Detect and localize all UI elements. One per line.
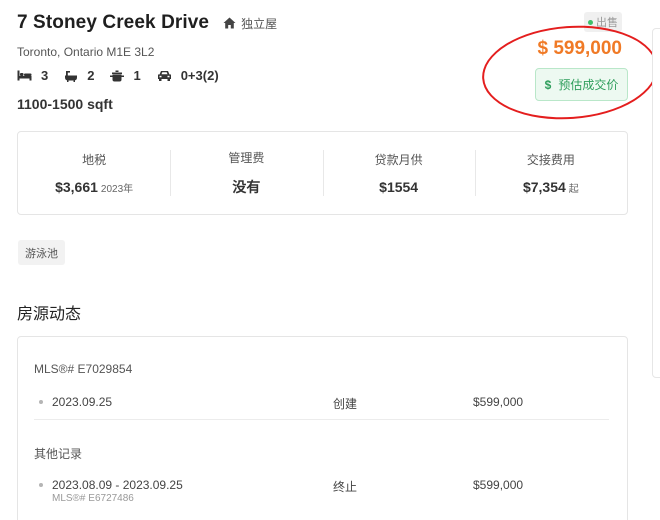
- history-price: $599,000: [473, 478, 524, 492]
- listing-address: Toronto, Ontario M1E 3L2: [17, 45, 155, 59]
- stat-label: 交接费用: [526, 153, 575, 167]
- property-type: 独立屋: [241, 16, 278, 31]
- stat-mortgage: 贷款月供 $1554: [322, 132, 475, 214]
- stat-value-text: $7,354: [522, 179, 566, 195]
- history-status: 终止: [333, 480, 358, 494]
- stat-closing-cost: 交接费用 $7,354 起: [474, 132, 627, 214]
- status-dot-icon: [588, 19, 593, 25]
- bathtub-icon: [64, 70, 87, 82]
- status-label: 出售: [596, 17, 618, 29]
- baths-count: 2: [87, 68, 95, 83]
- feature-baths: 2: [64, 68, 94, 83]
- cost-summary-card: 地税 $3,661 2023年 管理费 没有 贷款月供 $1554 交接费用 $7…: [17, 131, 628, 215]
- current-mls-label: MLS®# E7029854: [34, 362, 133, 376]
- listing-history-card: MLS®# E7029854 2023.09.25 创建 $599,000 其他…: [17, 336, 628, 520]
- bullet-icon: [39, 483, 43, 487]
- history-date: 2023.08.09 - 2023.09.25: [52, 478, 183, 492]
- stat-sub: 起: [568, 184, 579, 195]
- estimate-price-button[interactable]: $ 预估成交价: [535, 68, 628, 101]
- history-row: 2023.08.09 - 2023.09.25 MLS®# E6727486 终…: [34, 478, 609, 510]
- estimate-price-label: 预估成交价: [558, 78, 619, 92]
- listing-features: 3 2 1 0+3(2): [17, 68, 235, 83]
- side-panel-edge: [652, 28, 660, 378]
- car-icon: [157, 70, 181, 81]
- stat-management-fee: 管理费 没有: [170, 132, 322, 214]
- listing-price: $ 599,000: [537, 38, 622, 59]
- stat-sub: 2023年: [100, 184, 134, 195]
- kitchen-pot-icon: [110, 70, 133, 82]
- other-records-label: 其他记录: [34, 447, 83, 461]
- status-badge: 出售: [584, 12, 622, 32]
- feature-kitchens: 1: [110, 68, 141, 83]
- stat-label: 贷款月供: [374, 153, 423, 167]
- feature-beds: 3: [17, 68, 48, 83]
- bullet-icon: [39, 400, 43, 404]
- amenity-tag-pool: 游泳池: [18, 240, 65, 265]
- stat-label: 地税: [82, 153, 107, 167]
- history-date: 2023.09.25: [52, 395, 113, 409]
- stat-value-text: 没有: [232, 179, 261, 195]
- stat-value: $1554: [379, 179, 418, 195]
- stat-value: $3,661 2023年: [55, 179, 133, 195]
- beds-count: 3: [41, 68, 49, 83]
- history-price: $599,000: [473, 395, 524, 409]
- house-icon: [223, 17, 236, 29]
- kitchens-count: 1: [133, 68, 141, 83]
- listing-sqft: 1100-1500 sqft: [17, 96, 113, 112]
- history-mls: MLS®# E6727486: [52, 493, 134, 504]
- listing-header: 7 Stoney Creek Drive 独立屋: [17, 12, 277, 34]
- listing-title: 7 Stoney Creek Drive: [17, 12, 210, 33]
- stat-value-text: $1554: [379, 179, 419, 195]
- history-row: 2023.09.25 创建 $599,000: [34, 395, 609, 420]
- bed-icon: [17, 70, 41, 81]
- parking-count: 0+3(2): [180, 68, 219, 83]
- history-status: 创建: [333, 397, 358, 411]
- stat-property-tax: 地税 $3,661 2023年: [18, 132, 170, 214]
- feature-parking: 0+3(2): [157, 68, 219, 83]
- stat-label: 管理费: [228, 151, 265, 165]
- dollar-icon: $: [544, 77, 552, 92]
- stat-value: $7,354 起: [523, 179, 579, 195]
- history-section-title: 房源动态: [17, 306, 82, 323]
- stat-value-text: $3,661: [55, 179, 98, 195]
- stat-value: 没有: [232, 177, 260, 197]
